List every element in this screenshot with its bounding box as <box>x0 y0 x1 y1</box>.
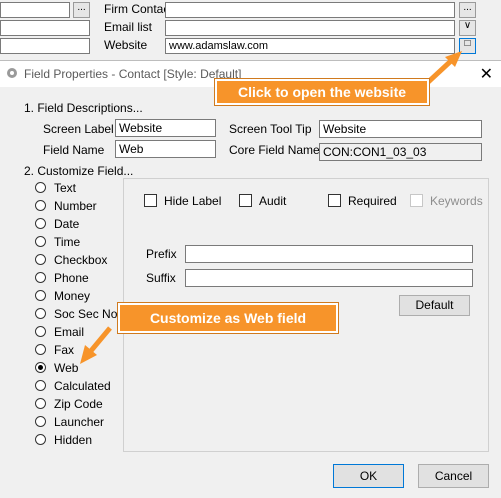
arrow-to-web-radio-icon <box>80 326 112 364</box>
arrow-to-open-website-icon <box>423 51 462 87</box>
callout-open-website: Click to open the website <box>215 79 429 105</box>
annotation-arrows <box>80 51 462 364</box>
callout-customize-web: Customize as Web field <box>118 303 338 333</box>
